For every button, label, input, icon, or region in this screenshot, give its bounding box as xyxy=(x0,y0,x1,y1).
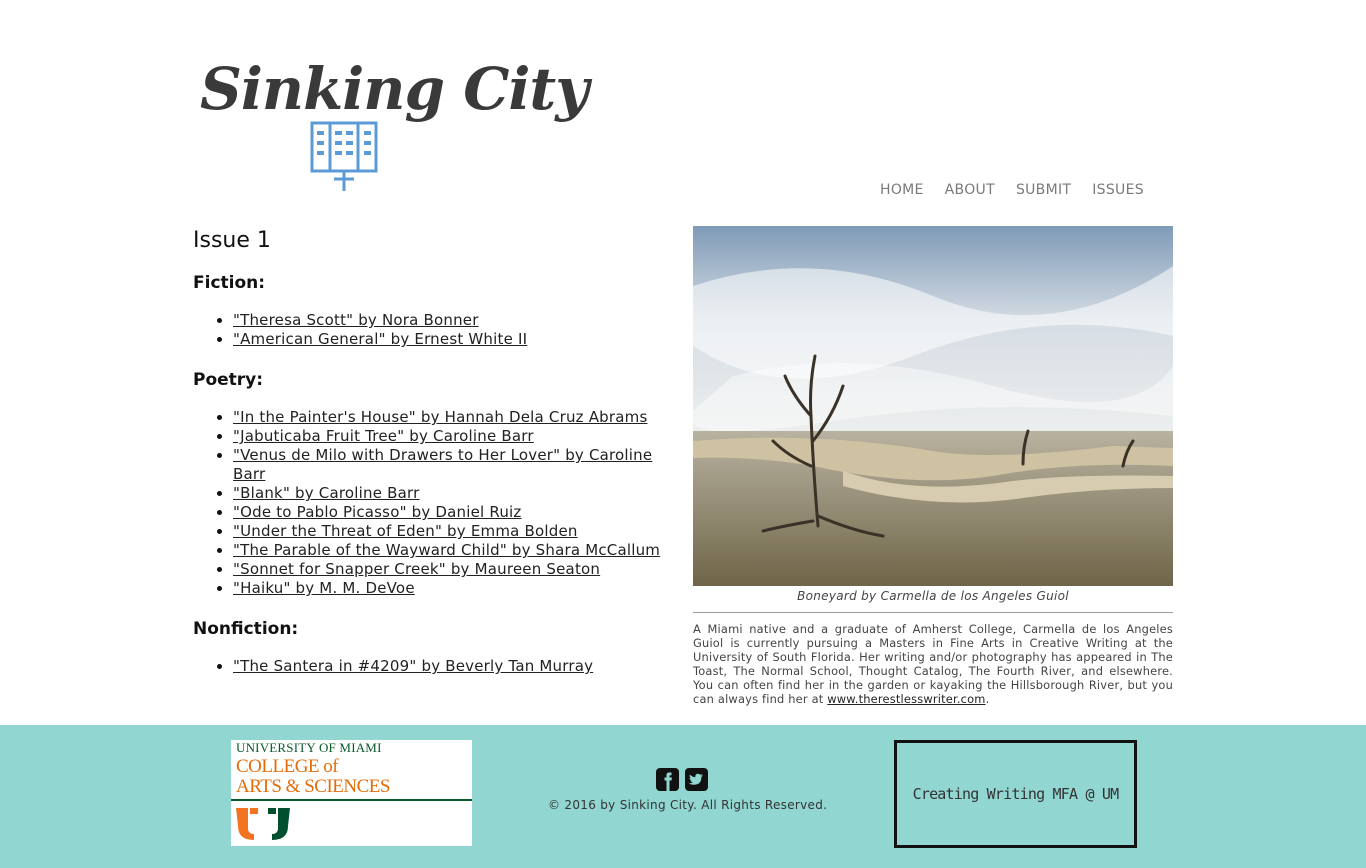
photo-caption: Boneyard by Carmella de los Angeles Guio… xyxy=(797,589,1069,603)
fiction-list: "Theresa Scott" by Nora Bonner "American… xyxy=(193,311,673,349)
work-link[interactable]: "Ode to Pablo Picasso" by Daniel Ruiz xyxy=(233,503,522,521)
list-item: "Jabuticaba Fruit Tree" by Caroline Barr xyxy=(233,427,673,446)
um-logo-rule xyxy=(231,799,472,801)
divider xyxy=(693,612,1173,613)
um-logo-line2: COLLEGE of xyxy=(236,756,339,777)
issue-content: Issue 1 Fiction: "Theresa Scott" by Nora… xyxy=(193,226,673,676)
work-link[interactable]: "Theresa Scott" by Nora Bonner xyxy=(233,311,479,329)
work-link[interactable]: "Sonnet for Snapper Creek" by Maureen Se… xyxy=(233,560,600,578)
social-links xyxy=(656,768,708,791)
page-title: Issue 1 xyxy=(193,228,271,253)
nav-home[interactable]: HOME xyxy=(880,182,924,198)
mfa-button[interactable]: Creating Writing MFA @ UM xyxy=(894,740,1137,848)
work-link[interactable]: "Under the Threat of Eden" by Emma Bolde… xyxy=(233,522,578,540)
list-item: "Ode to Pablo Picasso" by Daniel Ruiz xyxy=(233,503,673,522)
work-link[interactable]: "American General" by Ernest White II xyxy=(233,330,527,348)
fiction-heading: Fiction: xyxy=(193,273,266,293)
list-item: "Haiku" by M. M. DeVoe xyxy=(233,579,673,598)
poetry-heading: Poetry: xyxy=(193,370,264,390)
list-item: "American General" by Ernest White II xyxy=(233,330,673,349)
featured-photo xyxy=(693,226,1173,586)
list-item: "The Parable of the Wayward Child" by Sh… xyxy=(233,541,673,560)
bio-end: . xyxy=(985,692,990,706)
twitter-icon[interactable] xyxy=(685,768,708,791)
main-nav: HOME ABOUT SUBMIT ISSUES xyxy=(880,182,1144,198)
list-item: "The Santera in #4209" by Beverly Tan Mu… xyxy=(233,657,673,676)
nav-issues[interactable]: ISSUES xyxy=(1092,182,1144,198)
nav-about[interactable]: ABOUT xyxy=(945,182,995,198)
work-link[interactable]: "Haiku" by M. M. DeVoe xyxy=(233,579,415,597)
poetry-list: "In the Painter's House" by Hannah Dela … xyxy=(193,408,673,598)
building-icon xyxy=(310,121,378,191)
work-link[interactable]: "The Santera in #4209" by Beverly Tan Mu… xyxy=(233,657,593,675)
logo-wordmark: Sinking City xyxy=(200,55,589,123)
um-logo-line3: ARTS & SCIENCES xyxy=(236,776,390,797)
work-link[interactable]: "Jabuticaba Fruit Tree" by Caroline Barr xyxy=(233,427,534,445)
list-item: "Blank" by Caroline Barr xyxy=(233,484,673,503)
artist-bio: A Miami native and a graduate of Amherst… xyxy=(693,622,1173,706)
list-item: "Theresa Scott" by Nora Bonner xyxy=(233,311,673,330)
work-link[interactable]: "The Parable of the Wayward Child" by Sh… xyxy=(233,541,660,559)
list-item: "Under the Threat of Eden" by Emma Bolde… xyxy=(233,522,673,541)
site-footer: UNIVERSITY OF MIAMI COLLEGE of ARTS & SC… xyxy=(0,725,1366,868)
nonfiction-list: "The Santera in #4209" by Beverly Tan Mu… xyxy=(193,657,673,676)
facebook-icon[interactable] xyxy=(656,768,679,791)
list-item: "Venus de Milo with Drawers to Her Lover… xyxy=(233,446,673,484)
work-link[interactable]: "In the Painter's House" by Hannah Dela … xyxy=(233,408,647,426)
work-link[interactable]: "Venus de Milo with Drawers to Her Lover… xyxy=(233,446,652,483)
bio-link[interactable]: www.therestlesswriter.com xyxy=(827,692,985,706)
copyright-text: © 2016 by Sinking City. All Rights Reser… xyxy=(548,798,828,812)
um-u-logo-icon xyxy=(236,808,290,840)
list-item: "Sonnet for Snapper Creek" by Maureen Se… xyxy=(233,560,673,579)
nonfiction-heading: Nonfiction: xyxy=(193,619,299,639)
nav-submit[interactable]: SUBMIT xyxy=(1016,182,1071,198)
work-link[interactable]: "Blank" by Caroline Barr xyxy=(233,484,419,502)
um-college-logo[interactable]: UNIVERSITY OF MIAMI COLLEGE of ARTS & SC… xyxy=(231,740,472,846)
list-item: "In the Painter's House" by Hannah Dela … xyxy=(233,408,673,427)
site-logo[interactable]: Sinking City xyxy=(200,55,589,195)
um-logo-line1: UNIVERSITY OF MIAMI xyxy=(236,740,382,755)
